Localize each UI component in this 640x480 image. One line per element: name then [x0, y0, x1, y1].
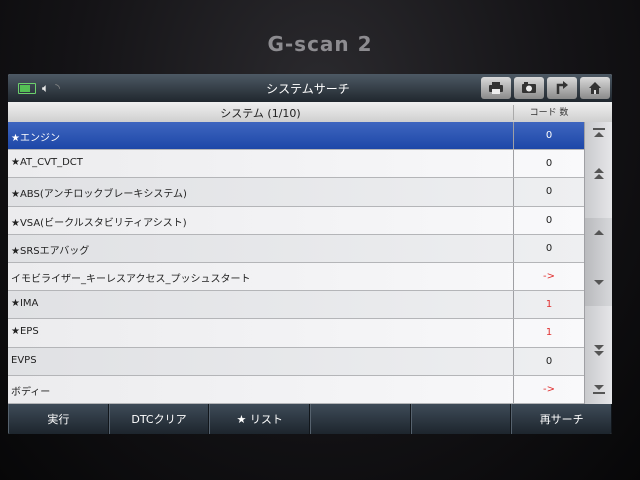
home-button[interactable]	[580, 77, 610, 99]
device-brand-logo: G-scan 2	[267, 32, 373, 56]
system-row-srs-airbag[interactable]: ★SRSエアバッグ 0	[8, 234, 584, 263]
code-count: 0	[513, 347, 584, 375]
system-name: ★IMA	[11, 298, 39, 310]
table-header: システム (1/10) コード 数	[8, 102, 612, 123]
scroll-top-button[interactable]	[585, 128, 612, 141]
system-row-engine[interactable]: ★エンジン 0	[8, 122, 584, 151]
scroll-top-icon	[593, 128, 605, 137]
page-title: システムサーチ	[266, 82, 350, 96]
header-code-count: コード 数	[513, 105, 584, 120]
code-count: 0	[513, 234, 584, 262]
execute-button[interactable]: 実行	[8, 404, 109, 434]
dtc-clear-button[interactable]: DTCクリア	[108, 404, 210, 434]
code-count: 0	[513, 178, 584, 206]
research-button[interactable]: 再サーチ	[511, 404, 612, 434]
system-row-evps[interactable]: EVPS 0	[8, 347, 584, 376]
home-icon	[589, 82, 601, 94]
screen: 🔈︎ ◝ システムサーチ システム (1/10) コード 数 ★エンジン 0 ★…	[8, 74, 612, 434]
system-name: ★エンジン	[11, 133, 60, 144]
wifi-icon: ◝	[55, 81, 60, 95]
line-down-icon	[594, 280, 604, 285]
system-list: ★エンジン 0 ★AT_CVT_DCT 0 ★ABS(アンチロックブレーキシステ…	[8, 122, 584, 404]
system-name: ★SRSエアバッグ	[11, 245, 90, 257]
printer-button[interactable]	[481, 77, 511, 99]
system-name: EVPS	[11, 354, 37, 366]
system-name: イモビライザー_キーレスアクセス_プッシュスタート	[11, 273, 251, 285]
system-name: ★VSA(ビークルスタビリティアシスト)	[11, 217, 187, 229]
list-button[interactable]: ★ リスト	[209, 404, 311, 434]
system-name: ★ABS(アンチロックブレーキシステム)	[11, 189, 187, 201]
bottom-toolbar: 実行 DTCクリア ★ リスト 再サーチ	[8, 404, 612, 434]
scroll-bottom-button[interactable]	[585, 384, 612, 397]
system-row-ima[interactable]: ★IMA 1	[8, 291, 584, 320]
scroll-track[interactable]	[585, 218, 612, 306]
code-count: ->	[513, 262, 584, 291]
back-button[interactable]	[547, 77, 577, 99]
line-up-icon	[594, 230, 604, 235]
system-row-body[interactable]: ボディー ->	[8, 375, 584, 404]
page-up-button[interactable]	[585, 166, 612, 183]
page-down-button[interactable]	[585, 344, 612, 361]
status-icons: 🔈︎ ◝	[18, 80, 60, 96]
page-up-icon	[594, 168, 604, 179]
title-bar: 🔈︎ ◝ システムサーチ	[8, 74, 612, 102]
header-system: システム (1/10)	[220, 107, 301, 120]
code-count: 0	[513, 122, 584, 150]
scroll-bottom-icon	[593, 385, 605, 394]
camera-button[interactable]	[514, 77, 544, 99]
code-count: 0	[513, 206, 584, 234]
code-count: 0	[513, 150, 584, 178]
page-down-icon	[594, 345, 604, 356]
scrollbar[interactable]	[584, 122, 612, 404]
camera-icon	[522, 82, 536, 93]
system-row-at-cvt-dct[interactable]: ★AT_CVT_DCT 0	[8, 150, 584, 179]
speaker-icon: 🔈︎	[42, 80, 50, 95]
system-row-abs[interactable]: ★ABS(アンチロックブレーキシステム) 0	[8, 178, 584, 207]
system-name: ボディー	[11, 386, 51, 398]
back-icon	[556, 81, 568, 94]
code-count: 1	[513, 319, 584, 347]
empty-button-1[interactable]	[310, 404, 411, 434]
system-row-immobilizer[interactable]: イモビライザー_キーレスアクセス_プッシュスタート ->	[8, 262, 584, 292]
code-count: ->	[513, 375, 584, 403]
system-row-vsa[interactable]: ★VSA(ビークルスタビリティアシスト) 0	[8, 206, 584, 235]
system-name: ★AT_CVT_DCT	[11, 157, 83, 169]
battery-icon	[18, 82, 36, 94]
printer-icon	[489, 82, 503, 94]
top-buttons	[481, 77, 610, 99]
code-count: 1	[513, 291, 584, 319]
system-name: ★EPS	[11, 326, 39, 338]
empty-button-2[interactable]	[410, 404, 512, 434]
system-row-eps[interactable]: ★EPS 1	[8, 319, 584, 348]
